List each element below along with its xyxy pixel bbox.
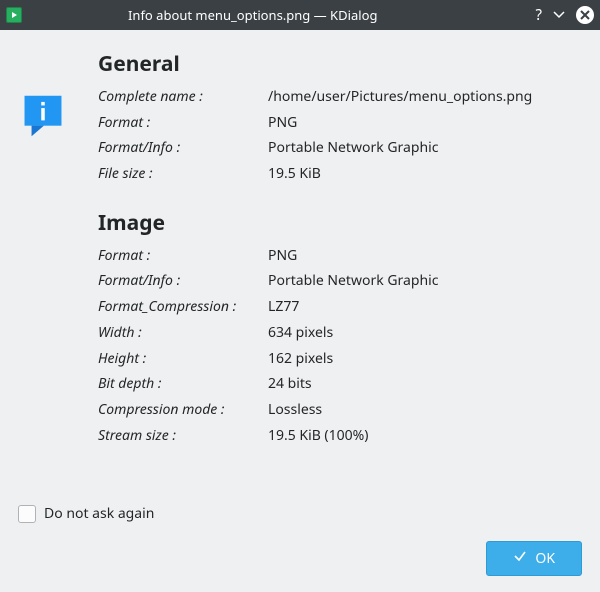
app-icon bbox=[6, 7, 22, 23]
label-format: Format : bbox=[98, 112, 268, 134]
value-stream-size: 19.5 KiB (100%) bbox=[268, 425, 582, 447]
label-width: Width : bbox=[98, 322, 268, 344]
label-stream-size: Stream size : bbox=[98, 425, 268, 447]
titlebar: Info about menu_options.png — KDialog ? bbox=[0, 0, 600, 30]
dialog-body: General Complete name : /home/user/Pictu… bbox=[0, 30, 600, 448]
value-height: 162 pixels bbox=[268, 348, 582, 370]
dialog-footer: Do not ask again OK bbox=[0, 504, 600, 592]
label-img-format: Format : bbox=[98, 245, 268, 267]
label-bit-depth: Bit depth : bbox=[98, 373, 268, 395]
value-complete-name: /home/user/Pictures/menu_options.png bbox=[268, 86, 582, 108]
label-img-format-info: Format/Info : bbox=[98, 270, 268, 292]
label-complete-name: Complete name : bbox=[98, 86, 268, 108]
table-row: Compression mode : Lossless bbox=[98, 397, 582, 423]
value-bit-depth: 24 bits bbox=[268, 373, 582, 395]
table-row: Bit depth : 24 bits bbox=[98, 371, 582, 397]
table-row: Format : PNG bbox=[98, 243, 582, 269]
do-not-ask-checkbox[interactable] bbox=[18, 505, 36, 523]
table-row: Format/Info : Portable Network Graphic bbox=[98, 135, 582, 161]
check-icon bbox=[513, 549, 527, 568]
value-width: 634 pixels bbox=[268, 322, 582, 344]
value-format-compression: LZ77 bbox=[268, 296, 582, 318]
table-row: Width : 634 pixels bbox=[98, 320, 582, 346]
do-not-ask-label: Do not ask again bbox=[44, 504, 154, 523]
table-row: Format/Info : Portable Network Graphic bbox=[98, 268, 582, 294]
value-img-format-info: Portable Network Graphic bbox=[268, 270, 582, 292]
window-controls: ? bbox=[535, 6, 594, 24]
ok-button[interactable]: OK bbox=[486, 541, 582, 576]
label-format-compression: Format_Compression : bbox=[98, 296, 268, 318]
table-row: File size : 19.5 KiB bbox=[98, 161, 582, 187]
value-format-info: Portable Network Graphic bbox=[268, 137, 582, 159]
value-img-format: PNG bbox=[268, 245, 582, 267]
table-row: Format : PNG bbox=[98, 110, 582, 136]
do-not-ask-row[interactable]: Do not ask again bbox=[18, 504, 582, 523]
value-file-size: 19.5 KiB bbox=[268, 163, 582, 185]
content-column: General Complete name : /home/user/Pictu… bbox=[88, 50, 582, 448]
close-icon[interactable] bbox=[576, 6, 594, 24]
table-row: Height : 162 pixels bbox=[98, 346, 582, 372]
label-format-info: Format/Info : bbox=[98, 137, 268, 159]
label-file-size: File size : bbox=[98, 163, 268, 185]
minimize-icon[interactable] bbox=[552, 7, 566, 24]
label-compression-mode: Compression mode : bbox=[98, 399, 268, 421]
table-row: Stream size : 19.5 KiB (100%) bbox=[98, 423, 582, 449]
icon-column bbox=[18, 50, 88, 448]
window-title: Info about menu_options.png — KDialog bbox=[30, 6, 535, 24]
value-format: PNG bbox=[268, 112, 582, 134]
section-heading-image: Image bbox=[98, 209, 582, 237]
button-row: OK bbox=[18, 541, 582, 576]
table-row: Complete name : /home/user/Pictures/menu… bbox=[98, 84, 582, 110]
section-heading-general: General bbox=[98, 50, 582, 78]
value-compression-mode: Lossless bbox=[268, 399, 582, 421]
label-height: Height : bbox=[98, 348, 268, 370]
table-row: Format_Compression : LZ77 bbox=[98, 294, 582, 320]
info-icon bbox=[18, 94, 68, 138]
help-icon[interactable]: ? bbox=[535, 8, 542, 23]
ok-button-label: OK bbox=[535, 549, 555, 568]
